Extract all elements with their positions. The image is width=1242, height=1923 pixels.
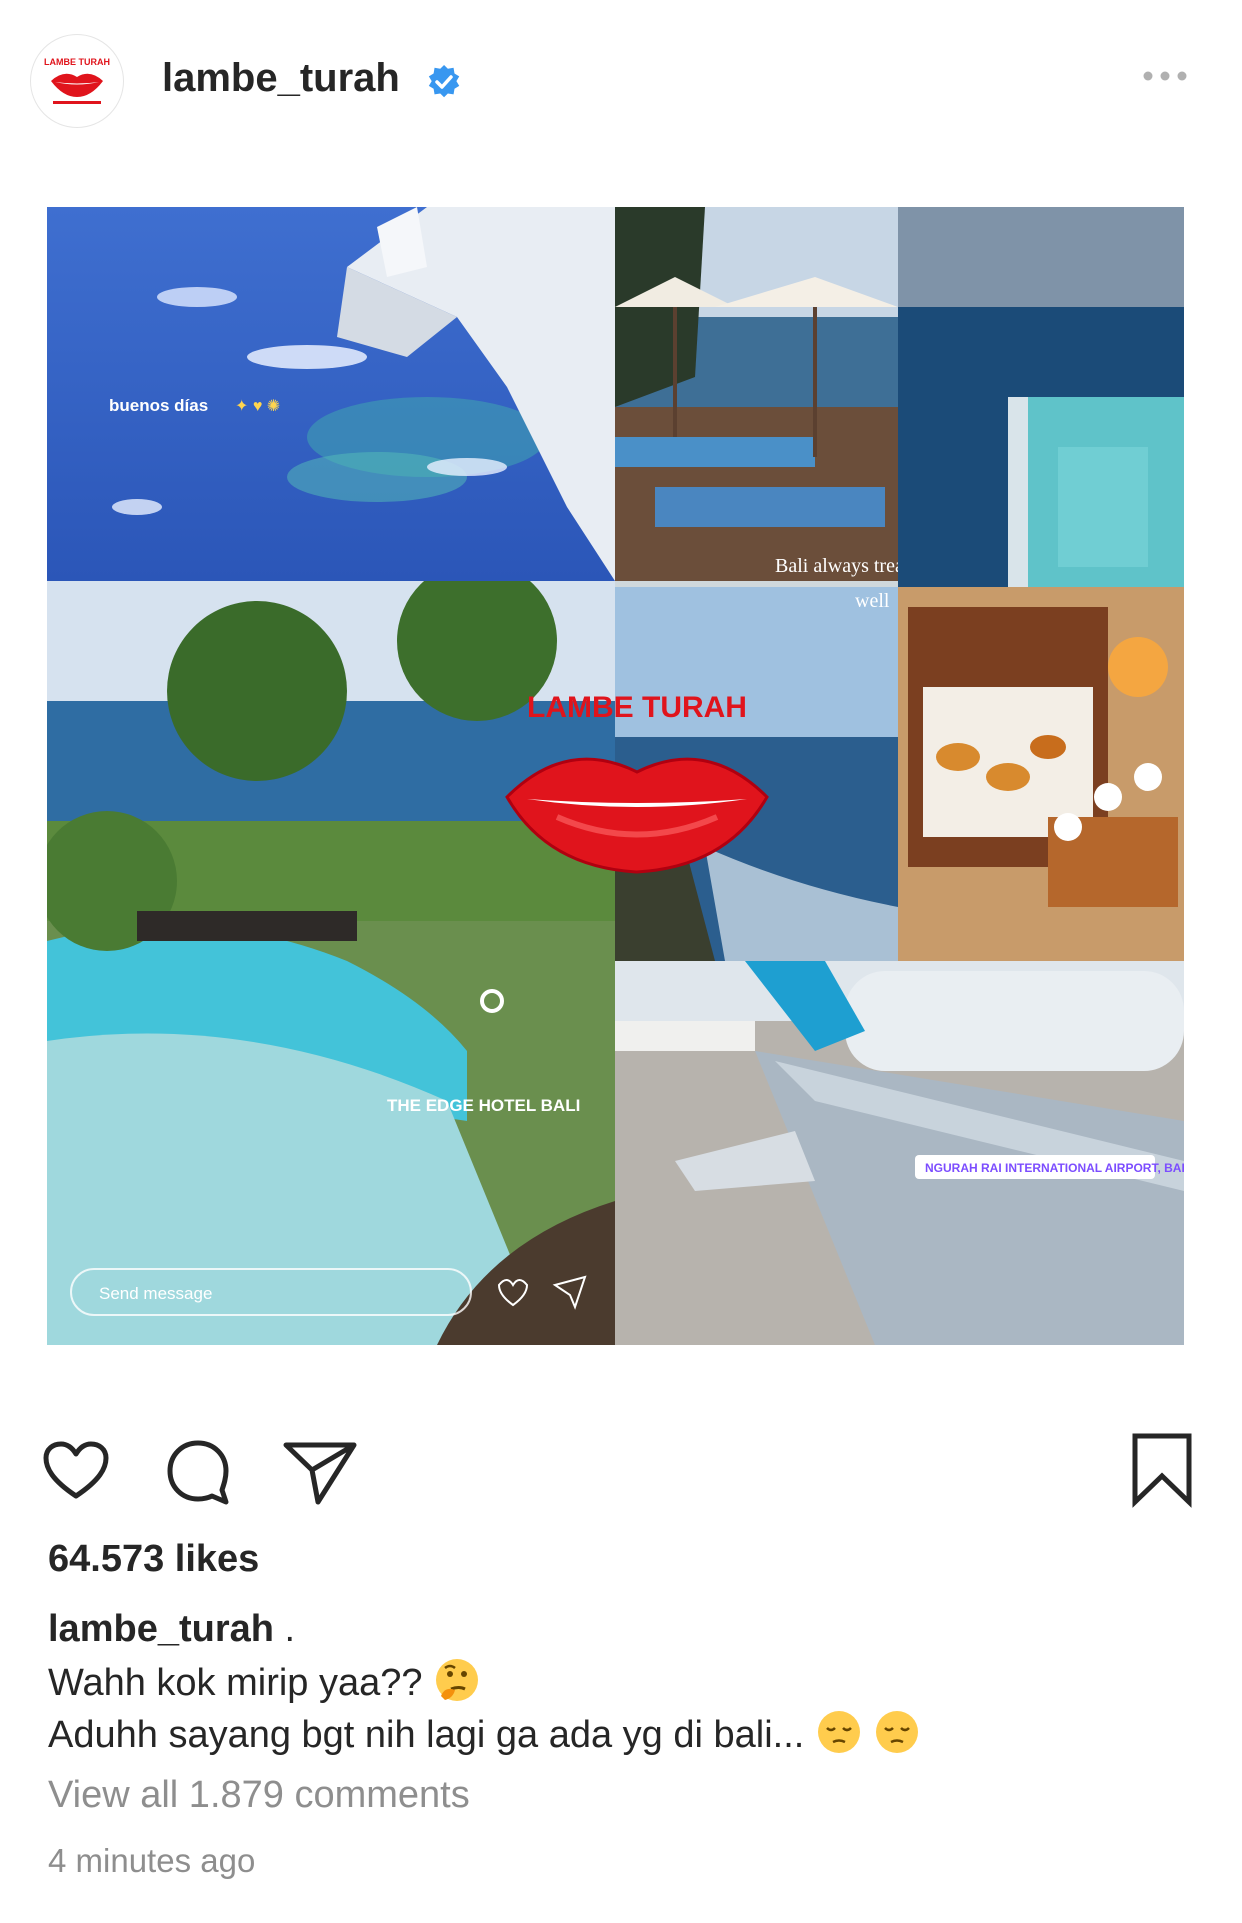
view-all-comments-link[interactable]: View all 1.879 comments [48,1774,470,1817]
story-greeting-text: buenos días [109,396,208,415]
avatar[interactable]: LAMBE TURAH [30,34,124,128]
story-bali-text-line2: well [855,590,890,612]
verified-badge-icon [426,64,462,100]
lambe-turah-watermark: LAMBE TURAH [487,677,787,897]
caption-username-text[interactable]: lambe_turah [48,1608,274,1650]
collage-tile-terrace: Bali always treated me [615,207,898,581]
collage-tile-plane-wing: buenos días ✦ ♥ ✺ [47,207,615,581]
thinking-face-icon [433,1656,481,1714]
bookmark-icon[interactable] [1130,1432,1194,1508]
caption-line-1: Wahh kok mirip yaa?? [48,1656,481,1714]
collage-tile-airport: NGURAH RAI INTERNATIONAL AIRPORT, BALI [615,961,1184,1345]
post-actions-bar [0,1420,1242,1520]
story-bali-text-line1: Bali always treated me [775,555,898,577]
collage-tile-breakfast [898,587,1184,961]
send-icon[interactable] [282,1440,358,1506]
likes-count[interactable]: 64.573 likes [48,1538,259,1581]
more-options-icon[interactable] [1140,66,1190,86]
post-timestamp: 4 minutes ago [48,1842,256,1879]
caption-username[interactable]: lambe_turah . [48,1608,295,1651]
heart-icon[interactable] [42,1440,110,1502]
post-header: LAMBE TURAH lambe_turah [0,0,1242,170]
post-username[interactable]: lambe_turah [162,56,400,101]
post-image-collage[interactable]: buenos días ✦ ♥ ✺ Bali always treated me [47,207,1184,1345]
story-airport-text: NGURAH RAI INTERNATIONAL AIRPORT, BALI [925,1161,1184,1175]
caption-username-suffix: . [273,1608,296,1650]
avatar-brand-text: LAMBE TURAH [44,57,110,67]
svg-text:✦ ♥ ✺: ✦ ♥ ✺ [235,398,280,415]
story-edge-hotel-text: THE EDGE HOTEL BALI [387,1096,580,1115]
caption-line-2-text: Aduhh sayang bgt nih lagi ga ada yg di b… [48,1714,805,1757]
watermark-text: LAMBE TURAH [527,691,747,724]
caption-line-1-text: Wahh kok mirip yaa?? [48,1662,434,1705]
collage-tile-infinity-pool [898,207,1184,587]
caption-line-2: Aduhh sayang bgt nih lagi ga ada yg di b… [48,1708,921,1766]
comment-icon[interactable] [164,1438,232,1506]
story-send-message-placeholder: Send message [99,1284,212,1303]
pensive-face-icon [815,1708,863,1766]
pensive-face-icon [873,1708,921,1766]
